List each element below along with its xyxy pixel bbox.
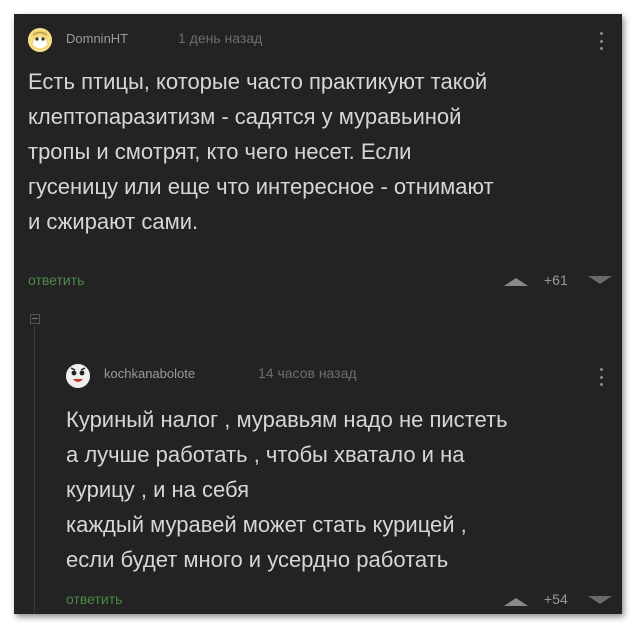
user-avatar[interactable] (28, 28, 52, 52)
comment-text: Куриный налог , муравьям надо не пистеть… (66, 407, 508, 572)
username[interactable]: kochkanabolote (104, 366, 195, 381)
username[interactable]: DomninHT (66, 31, 128, 46)
downvote-icon[interactable] (588, 276, 612, 284)
timestamp: 1 день назад (178, 30, 263, 46)
comment: DomninHT 1 день назад Есть птицы, которы… (14, 14, 622, 304)
bird-face-avatar-icon (66, 364, 90, 388)
reply-link[interactable]: ответить (28, 272, 84, 288)
collapse-thread-icon[interactable] (30, 314, 40, 324)
kebab-menu-icon[interactable] (596, 366, 606, 388)
comments-panel: DomninHT 1 день назад Есть птицы, которы… (14, 14, 622, 614)
timestamp: 14 часов назад (258, 365, 357, 381)
rating: +61 (544, 272, 568, 288)
kebab-menu-icon[interactable] (596, 30, 606, 52)
comment-text: Есть птицы, которые часто практикуют так… (28, 69, 494, 234)
reply-link[interactable]: ответить (66, 591, 122, 607)
user-avatar[interactable] (66, 364, 90, 388)
rating: +54 (544, 591, 568, 607)
cartoon-character-avatar-icon (28, 28, 52, 52)
downvote-icon[interactable] (588, 596, 612, 604)
upvote-icon[interactable] (504, 278, 528, 286)
screenshot-frame: DomninHT 1 день назад Есть птицы, которы… (0, 0, 640, 630)
upvote-icon[interactable] (504, 598, 528, 606)
reply-comment: kochkanabolote 14 часов назад Куриный на… (14, 334, 622, 614)
